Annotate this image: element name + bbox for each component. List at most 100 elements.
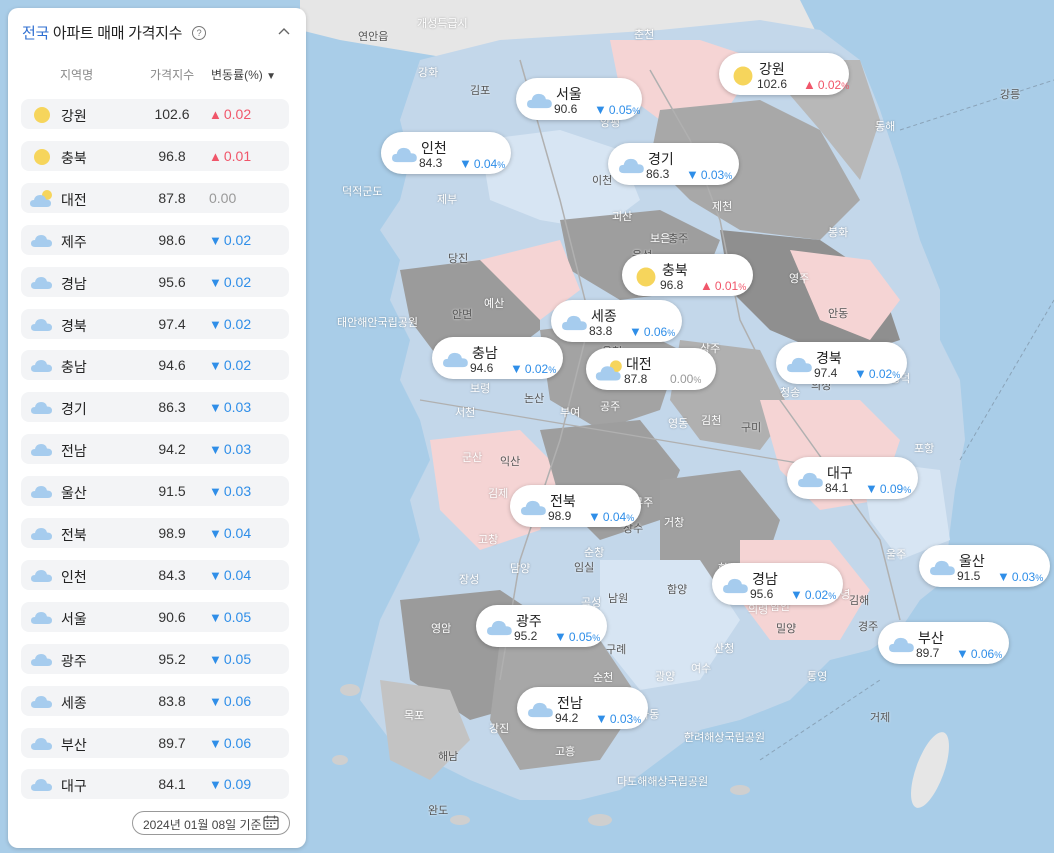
map-bubble[interactable]: 울산 91.5 ▼ 0.03% — [919, 545, 1050, 587]
header-region: 지역명 — [60, 68, 94, 82]
region-change: ▼ 0.03 — [209, 441, 269, 457]
map-bubble[interactable]: 대구 84.1 ▼ 0.09% — [787, 457, 918, 499]
cloud-icon — [29, 397, 55, 417]
cloud-icon — [29, 649, 55, 669]
map-bubble[interactable]: 경북 97.4 ▼ 0.02% — [776, 342, 907, 384]
map-place-label: 구례 — [606, 644, 627, 656]
down-triangle-icon: ▼ — [594, 102, 607, 117]
down-triangle-icon: ▼ — [209, 316, 222, 332]
region-change: ▲ 0.01 — [209, 148, 269, 164]
sun-icon — [29, 104, 55, 124]
map-bubble[interactable]: 부산 89.7 ▼ 0.06% — [878, 622, 1009, 664]
region-row[interactable]: 강원 102.6 ▲ 0.02 — [21, 99, 289, 129]
map-bubble[interactable]: 광주 95.2 ▼ 0.05% — [476, 605, 607, 647]
map-place-label: 영주 — [789, 273, 810, 285]
region-row[interactable]: 제주 98.6 ▼ 0.02 — [21, 224, 289, 255]
down-triangle-icon: ▼ — [209, 358, 222, 374]
region-row[interactable]: 세종 83.8 ▼ 0.06 — [21, 685, 289, 716]
panel-title-region[interactable]: 전국 — [22, 25, 49, 42]
region-row[interactable]: 경남 95.6 ▼ 0.02 — [21, 266, 289, 297]
region-row[interactable]: 인천 84.3 ▼ 0.04 — [21, 559, 289, 590]
bubble-index-value: 91.5 — [957, 569, 981, 583]
region-name: 세종 — [61, 694, 87, 711]
bubble-index-value: 89.7 — [916, 646, 940, 660]
bubble-change-value: 0.02 — [524, 362, 549, 376]
bubble-index-value: 90.6 — [554, 102, 578, 116]
down-triangle-icon: ▼ — [209, 526, 222, 541]
map-bubble[interactable]: 충남 94.6 ▼ 0.02% — [432, 337, 563, 379]
map-bubble[interactable]: 인천 84.3 ▼ 0.04% — [381, 132, 511, 174]
bubble-change-value: 0.02 — [817, 78, 842, 92]
region-row[interactable]: 대전 87.8 0.00 — [21, 182, 289, 213]
down-triangle-icon: ▼ — [510, 361, 523, 376]
bubble-change-value: 0.04 — [602, 510, 627, 524]
region-row[interactable]: 경북 97.4 ▼ 0.02 — [21, 308, 289, 339]
map-place-label: 당진 — [448, 253, 469, 265]
header-change-sort[interactable]: 변동률(%) ▼ — [211, 66, 276, 83]
region-change: ▼ 0.06 — [209, 735, 269, 751]
cloud-icon — [29, 523, 55, 543]
map-place-label: 울주 — [886, 549, 907, 561]
map-place-label: 남원 — [608, 593, 629, 605]
region-row[interactable]: 경기 86.3 ▼ 0.03 — [21, 392, 289, 423]
region-index-value: 84.1 — [158, 776, 186, 793]
map-place-label: 임실 — [574, 562, 595, 574]
map-bubble[interactable]: 경기 86.3 ▼ 0.03% — [608, 143, 739, 185]
region-row[interactable]: 대구 84.1 ▼ 0.09 — [21, 769, 289, 800]
cloud-icon — [29, 774, 55, 794]
cloud-icon — [784, 352, 816, 374]
map-place-label: 김천 — [701, 415, 722, 427]
bubble-change-value: 0.05 — [608, 103, 633, 117]
map-bubble[interactable]: 서울 90.6 ▼ 0.05% — [516, 78, 642, 120]
region-row[interactable]: 충북 96.8 ▲ 0.01 — [21, 140, 289, 171]
region-row[interactable]: 서울 90.6 ▼ 0.05 — [21, 601, 289, 632]
chevron-up-icon[interactable] — [278, 26, 290, 36]
map-place-label: 함양 — [667, 584, 688, 596]
region-row[interactable]: 전북 98.9 ▼ 0.04 — [21, 518, 289, 548]
map-bubble[interactable]: 충북 96.8 ▲ 0.01% — [622, 254, 753, 296]
down-triangle-icon: ▼ — [209, 567, 222, 583]
date-button[interactable]: 2024년 01월 08일 기준 — [132, 811, 290, 835]
map-bubble[interactable]: 강원 102.6 ▲ 0.02% — [719, 53, 849, 95]
map-bubble[interactable]: 전북 98.9 ▼ 0.04% — [510, 485, 641, 527]
map-bubble[interactable]: 대전 87.8 0.00% — [586, 348, 716, 390]
bubble-change-value: 0.03 — [1011, 570, 1036, 584]
region-name: 제주 — [61, 233, 87, 250]
header-change-label: 변동률(%) — [211, 68, 263, 82]
down-triangle-icon: ▼ — [956, 646, 969, 661]
map-bubble[interactable]: 경남 95.6 ▼ 0.02% — [712, 563, 843, 605]
region-row[interactable]: 전남 94.2 ▼ 0.03 — [21, 434, 289, 465]
region-name: 인천 — [61, 568, 87, 585]
region-row[interactable]: 부산 89.7 ▼ 0.06 — [21, 727, 289, 758]
bubble-index-value: 95.6 — [750, 587, 774, 601]
bubble-change: ▼ 0.03% — [595, 711, 642, 726]
bubble-change: ▼ 0.05% — [594, 102, 641, 117]
map-place-label: 개성특급시 — [417, 18, 468, 30]
header-index: 가격지수 — [150, 68, 195, 82]
region-change-value: 0.03 — [223, 483, 252, 500]
info-icon[interactable]: ? — [192, 26, 207, 40]
sun-icon — [29, 146, 55, 166]
bubble-change: ▼ 0.02% — [790, 587, 837, 602]
region-row[interactable]: 울산 91.5 ▼ 0.03 — [21, 476, 289, 507]
bubble-region-name: 대구 — [827, 465, 853, 481]
map-place-label: 한려해상국립공원 — [684, 732, 765, 744]
bubble-change-value: 0.03 — [609, 712, 634, 726]
region-row[interactable]: 광주 95.2 ▼ 0.05 — [21, 643, 289, 674]
map-bubble[interactable]: 전남 94.2 ▼ 0.03% — [517, 687, 648, 729]
map-place-label: 거창 — [664, 517, 685, 529]
map-bubble[interactable]: 세종 83.8 ▼ 0.06% — [551, 300, 682, 342]
bubble-change-value: 0.01 — [714, 279, 739, 293]
map-place-label: 동해 — [875, 121, 896, 133]
date-label: 2024년 01월 08일 기준 — [143, 818, 262, 832]
region-row[interactable]: 충남 94.6 ▼ 0.02 — [21, 350, 289, 381]
cloud-icon — [720, 573, 752, 595]
bubble-index-value: 94.2 — [555, 711, 579, 725]
cloud-icon — [29, 314, 55, 334]
region-change-value: 0.02 — [223, 231, 252, 248]
cloud-icon — [29, 691, 55, 711]
region-change-value: 0.06 — [223, 734, 252, 751]
bubble-change: ▼ 0.02% — [854, 366, 901, 381]
cloud-icon — [29, 733, 55, 753]
bubble-change: ▼ 0.05% — [554, 629, 601, 644]
